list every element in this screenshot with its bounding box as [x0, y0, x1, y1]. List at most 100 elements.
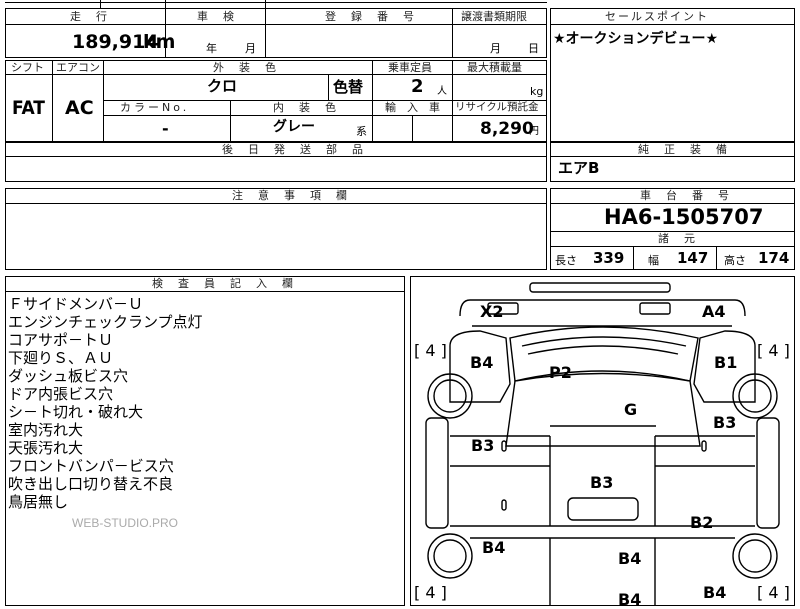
chassis-divider: [550, 203, 795, 204]
inspector-note: シ－ト切れ・破れ大: [8, 403, 144, 421]
interior-color-header: 内 装 色: [273, 101, 338, 114]
genuine-equipment-value: エアB: [558, 159, 600, 177]
ac-header: エアコン: [56, 61, 100, 74]
sales-point-divider: [550, 24, 795, 25]
import-header: 輸 入 車: [385, 101, 440, 114]
sales-point-box: [550, 8, 795, 142]
inspection-year: 年: [206, 42, 217, 55]
damage-mark: B3: [713, 413, 737, 432]
transfer-header: 譲渡書類期限: [461, 10, 527, 23]
specs-col-divider: [633, 246, 634, 270]
interior-color-value: グレー: [273, 119, 315, 135]
transfer-month: 月: [490, 42, 501, 55]
tire-label-front-left: [ 4 ]: [414, 341, 447, 360]
capacity-unit: 人: [437, 86, 447, 97]
sales-point-text: ★オークションデビュー★: [553, 31, 719, 47]
color-change-label: 色替: [333, 78, 364, 96]
inspector-note: エンジンチェックランプ点灯: [8, 313, 203, 331]
top-edge-divider: [165, 0, 166, 8]
col-divider: [230, 100, 231, 142]
genuine-equipment-divider: [550, 156, 795, 157]
later-parts-divider: [5, 156, 547, 157]
damage-mark: B3: [471, 436, 495, 455]
inspector-note: 吹き出し口切り替え不良: [8, 475, 174, 493]
damage-mark: X2: [480, 302, 504, 321]
inspector-note: フロントバンパ－ビス穴: [8, 457, 174, 475]
spec-header-divider: [5, 74, 547, 75]
col-divider: [452, 60, 453, 142]
capacity-value: 2: [411, 76, 424, 97]
recycle-header: リサイクル預託金: [455, 101, 539, 113]
damage-mark: B4: [618, 549, 642, 568]
tire-label-rear-right: [ 4 ]: [757, 583, 790, 602]
col-divider: [328, 74, 329, 100]
damage-mark: B4: [703, 583, 727, 602]
damage-mark: B4: [482, 538, 506, 557]
inspector-note: ダッシュ板ビス穴: [8, 367, 129, 385]
col-divider: [452, 8, 453, 58]
genuine-equipment-header: 純 正 装 備: [638, 143, 729, 156]
inspector-note: 室内汚れ大: [8, 421, 84, 439]
col-divider: [52, 60, 53, 142]
exterior-color-header: 外 装 色: [213, 61, 278, 74]
col-divider: [372, 60, 373, 100]
length-label: 長さ: [555, 254, 577, 267]
inspector-note: Ｆサイドメンバ－Ｕ: [8, 295, 144, 313]
specs-header: 諸 元: [658, 232, 697, 245]
shift-header: シフト: [11, 61, 44, 74]
damage-mark: B2: [690, 513, 714, 532]
inspector-note: 天張汚れ大: [8, 439, 84, 457]
transfer-day: 日: [528, 42, 539, 55]
notes-divider: [5, 203, 547, 204]
exterior-color-value: クロ: [207, 77, 238, 95]
watermark: WEB-STUDIO.PRO: [72, 516, 179, 530]
recycle-unit: 円: [529, 126, 539, 137]
chassis-header: 車 台 番 号: [640, 189, 731, 202]
damage-mark: B4: [470, 353, 494, 372]
color-no-header: カラーNo.: [120, 101, 190, 114]
inspector-divider: [5, 291, 405, 292]
length-value: 339: [593, 249, 625, 267]
spec-subheader-divider: [103, 115, 547, 116]
tire-label-rear-left: [ 4 ]: [414, 583, 447, 602]
recycle-value: 8,290: [480, 119, 534, 139]
width-value: 147: [677, 249, 709, 267]
inspector-note: 下廻りＳ、ＡＵ: [8, 349, 114, 367]
damage-mark: A4: [702, 302, 726, 321]
col-divider: [412, 115, 413, 142]
ac-value: AC: [65, 97, 94, 119]
top-edge-line: [5, 2, 547, 3]
inspector-header: 検 査 員 記 入 欄: [152, 277, 295, 290]
interior-color-suffix: 系: [356, 125, 367, 138]
damage-mark: B4: [618, 590, 642, 609]
damage-mark: B1: [714, 353, 738, 372]
width-label: 幅: [648, 254, 659, 267]
tire-label-front-right: [ 4 ]: [757, 341, 790, 360]
max-load-header: 最大積載量: [467, 61, 522, 74]
sales-point-header: セールスポイント: [605, 10, 709, 23]
height-value: 174: [758, 249, 790, 267]
damage-mark: B3: [590, 473, 614, 492]
inspection-header: 車 検: [197, 10, 236, 23]
specs-col-divider: [716, 246, 717, 270]
damage-mark: G: [624, 400, 638, 419]
capacity-header: 乗車定員: [388, 61, 432, 74]
height-label: 高さ: [724, 254, 746, 267]
mileage-unit: km: [143, 31, 176, 53]
inspector-note: 鳥居無し: [8, 493, 69, 511]
car-outline-diagram: [425, 282, 780, 606]
top-edge-divider: [265, 0, 266, 8]
inspector-note: コアサポ－トＵ: [8, 331, 114, 349]
inspection-month: 月: [245, 42, 256, 55]
mileage-header: 走 行: [70, 10, 109, 23]
col-divider: [103, 60, 104, 142]
notes-header: 注 意 事 項 欄: [232, 189, 349, 202]
color-no-value: -: [162, 119, 169, 138]
shift-value: FAT: [12, 97, 45, 119]
registration-header: 登 録 番 号: [325, 10, 416, 23]
header-row-divider: [5, 24, 547, 25]
damage-mark: P2: [549, 363, 572, 382]
col-divider: [372, 100, 373, 142]
specs-divider: [550, 246, 795, 247]
later-parts-header: 後 日 発 送 部 品: [222, 143, 365, 156]
